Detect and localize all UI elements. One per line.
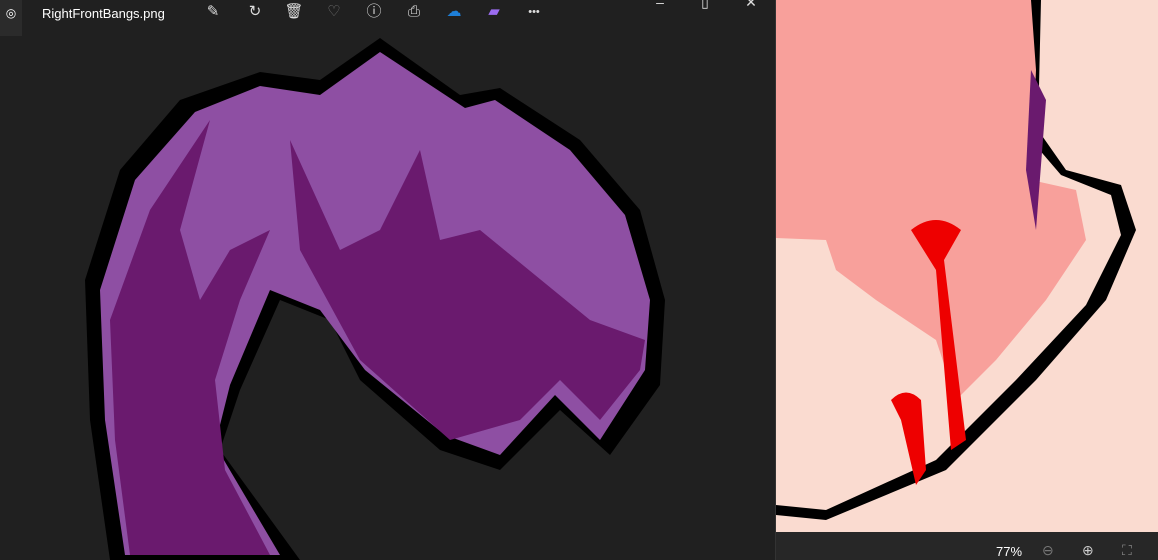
onedrive-icon[interactable]: ☁ <box>442 2 466 22</box>
close-button[interactable]: ✕ <box>736 0 766 14</box>
print-icon[interactable]: ⎙ <box>402 2 426 22</box>
viewer-status-bar: 77% ⊖ ⊕ ⛶ <box>776 532 1158 560</box>
minimize-button[interactable]: – <box>645 0 675 14</box>
fit-to-window-icon[interactable]: ⛶ <box>1122 542 1132 559</box>
clipchamp-icon[interactable]: ▰ <box>482 2 506 22</box>
file-name: RightFrontBangs.png <box>42 6 165 21</box>
viewer-window: 77% ⊖ ⊕ ⛶ <box>775 0 1158 560</box>
edit-icon[interactable]: ✎ <box>201 2 225 22</box>
favorite-icon[interactable]: ♡ <box>322 2 346 22</box>
delete-icon[interactable]: 🗑 <box>282 2 306 22</box>
title-bar: ◎ RightFrontBangs.png ✎ ↻ 🗑 ♡ ⓘ ⎙ ☁ ▰ ••… <box>0 0 774 36</box>
zoom-out-icon[interactable]: ⊖ <box>1042 542 1054 559</box>
app-icon: ◎ <box>0 0 22 36</box>
zoom-in-icon[interactable]: ⊕ <box>1082 542 1094 559</box>
photos-window: ◎ RightFrontBangs.png ✎ ↻ 🗑 ♡ ⓘ ⎙ ☁ ▰ ••… <box>0 0 774 560</box>
face-image <box>776 0 1158 532</box>
hair-image <box>85 38 665 560</box>
zoom-level: 77% <box>996 544 1023 559</box>
more-icon[interactable]: ••• <box>522 2 546 22</box>
rotate-icon[interactable]: ↻ <box>243 2 267 22</box>
maximize-button[interactable]: ▯ <box>690 0 720 14</box>
info-icon[interactable]: ⓘ <box>362 2 386 22</box>
